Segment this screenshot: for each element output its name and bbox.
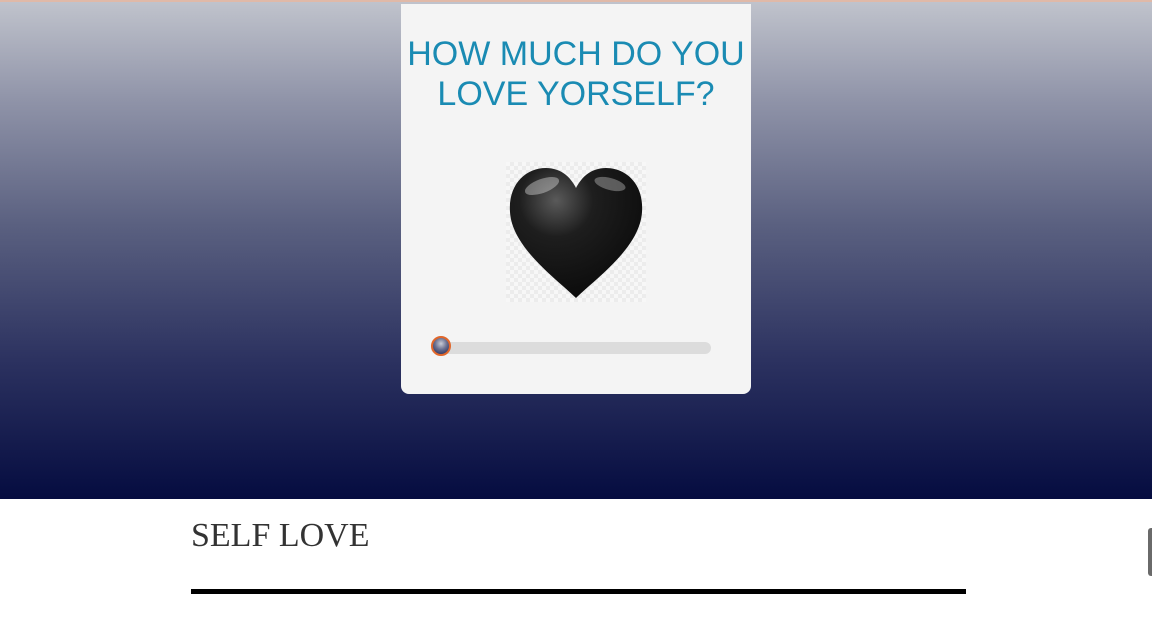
side-scroll-tab[interactable] xyxy=(1148,528,1152,576)
section-title: SELF LOVE xyxy=(191,517,370,554)
hero-gradient-background: HOW MUCH DO YOU LOVE YORSELF? xyxy=(0,0,1152,499)
question-heading: HOW MUCH DO YOU LOVE YORSELF? xyxy=(407,35,745,113)
love-level-slider[interactable] xyxy=(431,336,711,356)
section-divider xyxy=(191,589,966,594)
love-meter-card: HOW MUCH DO YOU LOVE YORSELF? xyxy=(401,4,751,394)
slider-thumb[interactable] xyxy=(431,336,451,356)
black-heart-icon xyxy=(506,162,646,302)
